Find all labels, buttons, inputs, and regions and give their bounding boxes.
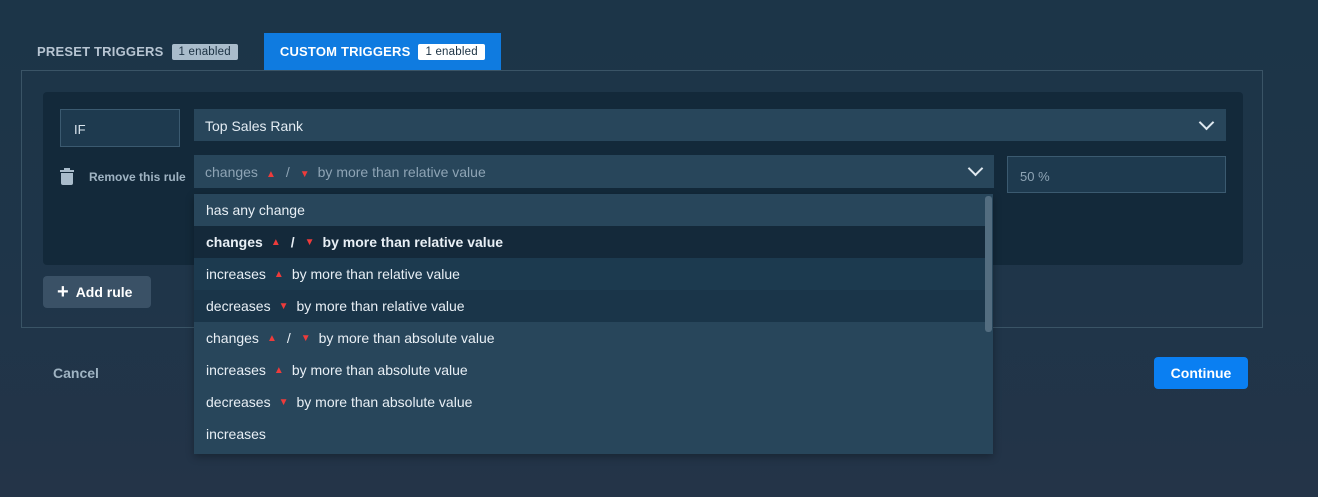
triangle-down-icon: ▼ (278, 396, 289, 408)
add-rule-button[interactable]: + Add rule (43, 276, 151, 308)
triangle-up-icon: ▲ (273, 268, 284, 280)
chevron-down-icon (1198, 114, 1215, 131)
attribute-select[interactable]: Top Sales Rank (194, 109, 1226, 141)
triangle-up-icon: ▲ (273, 364, 284, 376)
option-sep: / (290, 234, 295, 250)
dropdown-option[interactable]: changes ▲ / ▼ by more than absolute value (194, 322, 985, 354)
option-text: increases (206, 266, 266, 282)
scrollbar-thumb[interactable] (985, 196, 992, 332)
option-suffix: by more than absolute value (318, 330, 495, 346)
condition-select-pre: changes (205, 164, 258, 180)
dropdown-option[interactable]: increases ▲ by more than absolute value (194, 354, 985, 386)
continue-button[interactable]: Continue (1154, 357, 1248, 389)
dropdown-option[interactable]: decreases ▼ by more than relative value (194, 290, 985, 322)
condition-select[interactable]: changes ▲ / ▼ by more than relative value (194, 155, 994, 188)
triangle-down-icon: ▼ (304, 236, 315, 248)
condition-select-post: by more than relative value (317, 164, 486, 180)
option-suffix: by more than absolute value (291, 362, 468, 378)
trash-icon (60, 168, 74, 185)
option-text: increases (206, 362, 266, 378)
option-text: changes (206, 234, 263, 250)
triangle-down-icon: ▼ (299, 169, 310, 180)
add-rule-label: Add rule (75, 284, 133, 300)
condition-dropdown-list: has any change changes ▲ / ▼ by more than re… (194, 194, 993, 454)
dropdown-scrollbar[interactable] (985, 194, 993, 454)
triangle-up-icon: ▲ (266, 332, 277, 344)
trigger-tabs: PRESET TRIGGERS 1 enabled CUSTOM TRIGGER… (21, 33, 501, 70)
tab-preset-label: PRESET TRIGGERS (37, 44, 164, 59)
triangle-down-icon: ▼ (300, 332, 311, 344)
chevron-down-icon (967, 160, 984, 177)
triangle-up-icon: ▲ (270, 236, 281, 248)
preset-enabled-badge: 1 enabled (171, 43, 238, 60)
dropdown-option[interactable]: increases (194, 418, 985, 450)
option-text: changes (206, 330, 259, 346)
option-suffix: by more than relative value (291, 266, 460, 282)
option-text: has any change (206, 202, 305, 218)
tab-preset-triggers[interactable]: PRESET TRIGGERS 1 enabled (21, 33, 254, 70)
option-text: decreases (206, 298, 271, 314)
dropdown-option[interactable]: has any change (194, 194, 985, 226)
option-sep: / (286, 330, 291, 346)
condition-select-sep: / (285, 164, 290, 180)
triangle-up-icon: ▲ (265, 169, 276, 180)
triangle-down-icon: ▼ (278, 300, 289, 312)
remove-rule-label: Remove this rule (89, 169, 186, 184)
tab-custom-triggers[interactable]: CUSTOM TRIGGERS 1 enabled (263, 33, 501, 70)
option-text: decreases (206, 394, 271, 410)
tab-custom-label: CUSTOM TRIGGERS (279, 44, 411, 59)
option-suffix: by more than relative value (296, 298, 465, 314)
remove-rule-button[interactable]: Remove this rule (60, 168, 186, 185)
option-text: increases (206, 426, 266, 442)
dropdown-option[interactable]: decreases ▼ by more than absolute value (194, 386, 985, 418)
attribute-select-value: Top Sales Rank (205, 118, 304, 134)
option-suffix: by more than relative value (322, 234, 504, 250)
value-input[interactable]: 50 % (1007, 156, 1226, 193)
if-field[interactable]: IF (60, 109, 180, 147)
custom-enabled-badge: 1 enabled (418, 43, 485, 60)
dropdown-option-selected[interactable]: changes ▲ / ▼ by more than relative value (194, 226, 985, 258)
plus-icon: + (57, 281, 69, 303)
cancel-button[interactable]: Cancel (53, 365, 99, 381)
dropdown-option[interactable]: increases ▲ by more than relative value (194, 258, 985, 290)
option-suffix: by more than absolute value (296, 394, 473, 410)
